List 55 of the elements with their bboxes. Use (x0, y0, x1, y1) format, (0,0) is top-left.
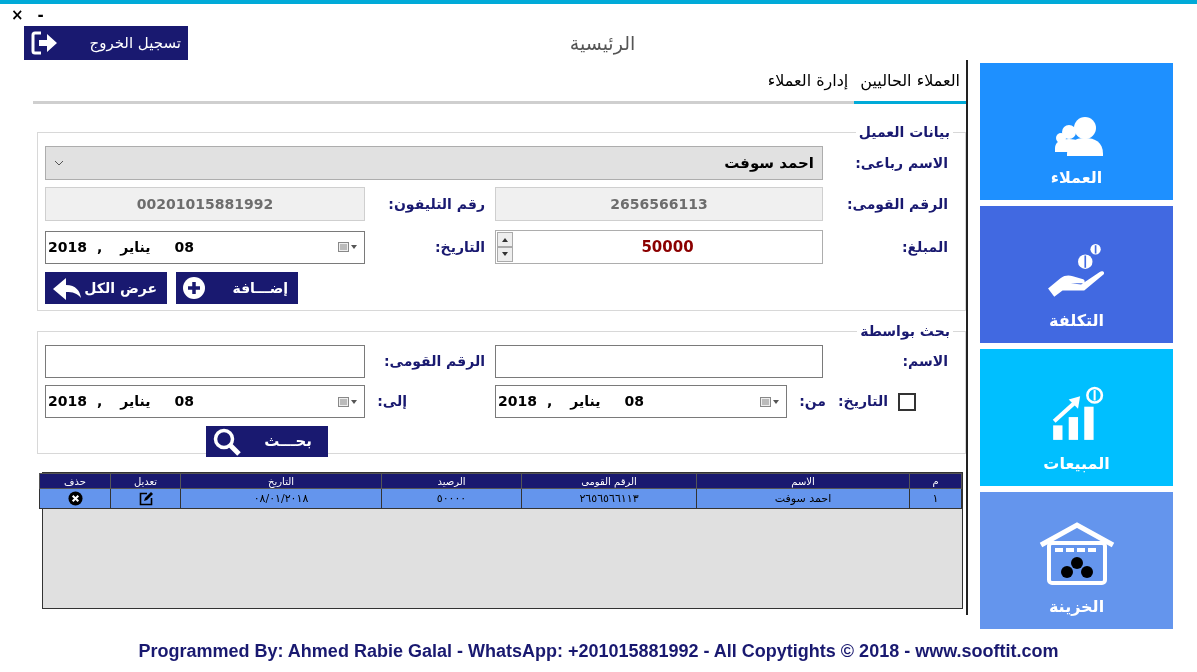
logout-button[interactable]: تسجيل الخروج (24, 26, 188, 60)
checkbox[interactable] (898, 392, 916, 411)
sidebar-tile[interactable]: التكلفة (980, 206, 1173, 343)
column-header: تعديل (110, 473, 181, 489)
delete-icon[interactable] (67, 491, 83, 506)
field-label: الاسم رباعى: (854, 153, 949, 173)
group-title: بيانات العميل (857, 123, 951, 142)
search-icon (212, 427, 242, 456)
table-row[interactable]: ١ احمد سوفت ٢٦٥٦٥٦٦١١٣ ٥٠٠٠٠ ٠٨/٠١/٢٠١٨ (39, 488, 962, 509)
field-label: من: (799, 392, 827, 412)
field-label: الرقم القومى: (382, 352, 486, 372)
field-label: إلى: (376, 392, 408, 411)
number-field[interactable]: 50000 (495, 230, 823, 264)
column-header: الاسم (696, 473, 910, 489)
window-title: الرئيسية (569, 30, 636, 57)
action-button[interactable]: إضـــافة (176, 272, 298, 304)
column-header: الرقم القومى (521, 473, 697, 489)
close-button[interactable]: × (11, 7, 24, 23)
field-label: رقم التليفون: (387, 194, 486, 215)
column-header: حذف (39, 473, 111, 489)
calendar-dropdown-icon (338, 396, 358, 407)
field-label: التاريخ: (836, 392, 889, 412)
field-label: الرقم القومى: (845, 194, 949, 215)
field-label: التاريخ: (433, 237, 486, 258)
chevron-down-icon (54, 160, 64, 166)
input-field[interactable] (495, 345, 823, 378)
search-button[interactable]: بحـــث (206, 426, 328, 457)
warehouse-coins-icon (1038, 521, 1115, 587)
spinner-icon (497, 232, 513, 262)
footer-text: Programmed By: Ahmed Rabie Galal - WhatsApp: +201015881992 - All Copytights © 2018 - www.sooftit.com (138, 640, 1059, 662)
tab[interactable]: العملاء الحاليين (854, 69, 966, 104)
field-label: الاسم: (901, 352, 949, 371)
input-field[interactable]: 2656566113 (495, 187, 823, 221)
table-cell: ٥٠٠٠٠ (381, 488, 522, 509)
column-header: م (909, 473, 962, 489)
minimize-button[interactable]: - (37, 7, 44, 23)
input-field[interactable]: 00201015881992 (45, 187, 365, 221)
input-field[interactable] (45, 345, 365, 378)
action-button[interactable]: عرض الكل (45, 272, 167, 304)
table-cell: احمد سوفت (696, 488, 910, 509)
calendar-dropdown-icon (338, 242, 358, 252)
plus-circle-icon (182, 276, 206, 300)
reply-arrow-icon (51, 276, 83, 300)
logout-icon (31, 31, 59, 55)
name-combobox[interactable]: احمد سوفت (45, 146, 823, 180)
edit-icon[interactable] (138, 491, 153, 506)
column-header: الرصيد (381, 473, 522, 489)
group-title: بحث بواسطة (859, 322, 951, 342)
table-cell: ١ (909, 488, 962, 509)
tab[interactable]: إدارة العملاء (761, 69, 855, 101)
field-label: المبلغ: (900, 237, 949, 258)
calendar-dropdown-icon (760, 396, 781, 407)
column-header: التاريخ (180, 473, 382, 489)
table-cell: ٠٨/٠١/٢٠١٨ (180, 488, 382, 509)
table-cell: ٢٦٥٦٥٦٦١١٣ (521, 488, 697, 509)
